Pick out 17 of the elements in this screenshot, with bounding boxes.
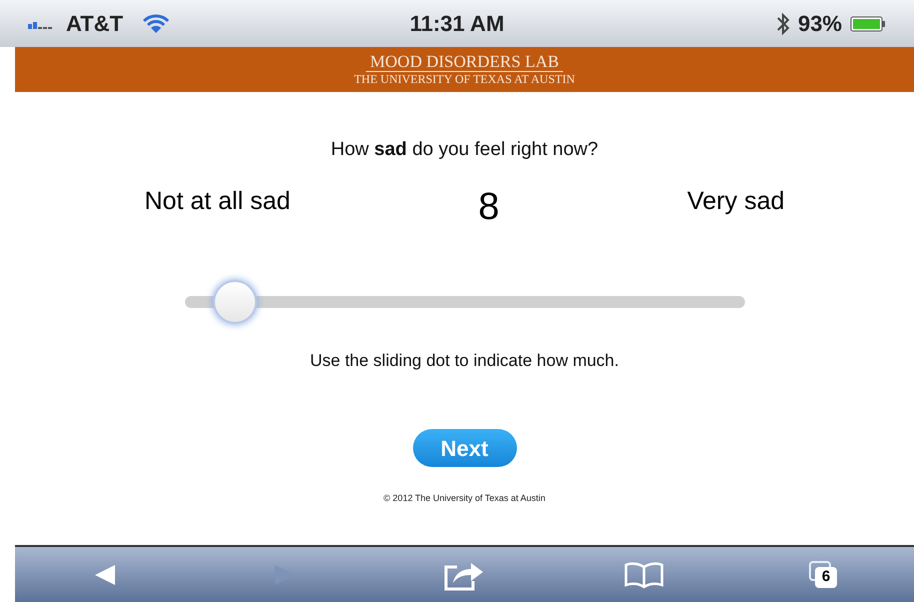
back-icon[interactable] <box>92 562 117 586</box>
banner-title: MOOD DISORDERS LAB <box>366 52 563 72</box>
slider-thumb[interactable] <box>212 280 257 324</box>
high-label: Very sad <box>687 186 784 216</box>
hint-text: Use the sliding dot to indicate how much. <box>310 350 619 372</box>
banner-subtitle: THE UNIVERSITY OF TEXAS AT AUSTIN <box>354 72 575 87</box>
battery-icon <box>850 16 886 32</box>
bluetooth-icon <box>776 12 790 36</box>
low-label: Not at all sad <box>144 186 290 216</box>
copyright-text: © 2012 The University of Texas at Austin <box>384 492 546 505</box>
carrier-name: AT&T <box>66 10 124 38</box>
book-icon[interactable] <box>624 560 664 588</box>
question-text: How sad do you feel right now? <box>330 138 598 162</box>
scale-value: 8 <box>478 184 500 230</box>
wifi-icon <box>143 14 170 34</box>
clock-time: 11:31 AM <box>410 11 504 36</box>
battery-percent: 93% <box>798 10 842 38</box>
